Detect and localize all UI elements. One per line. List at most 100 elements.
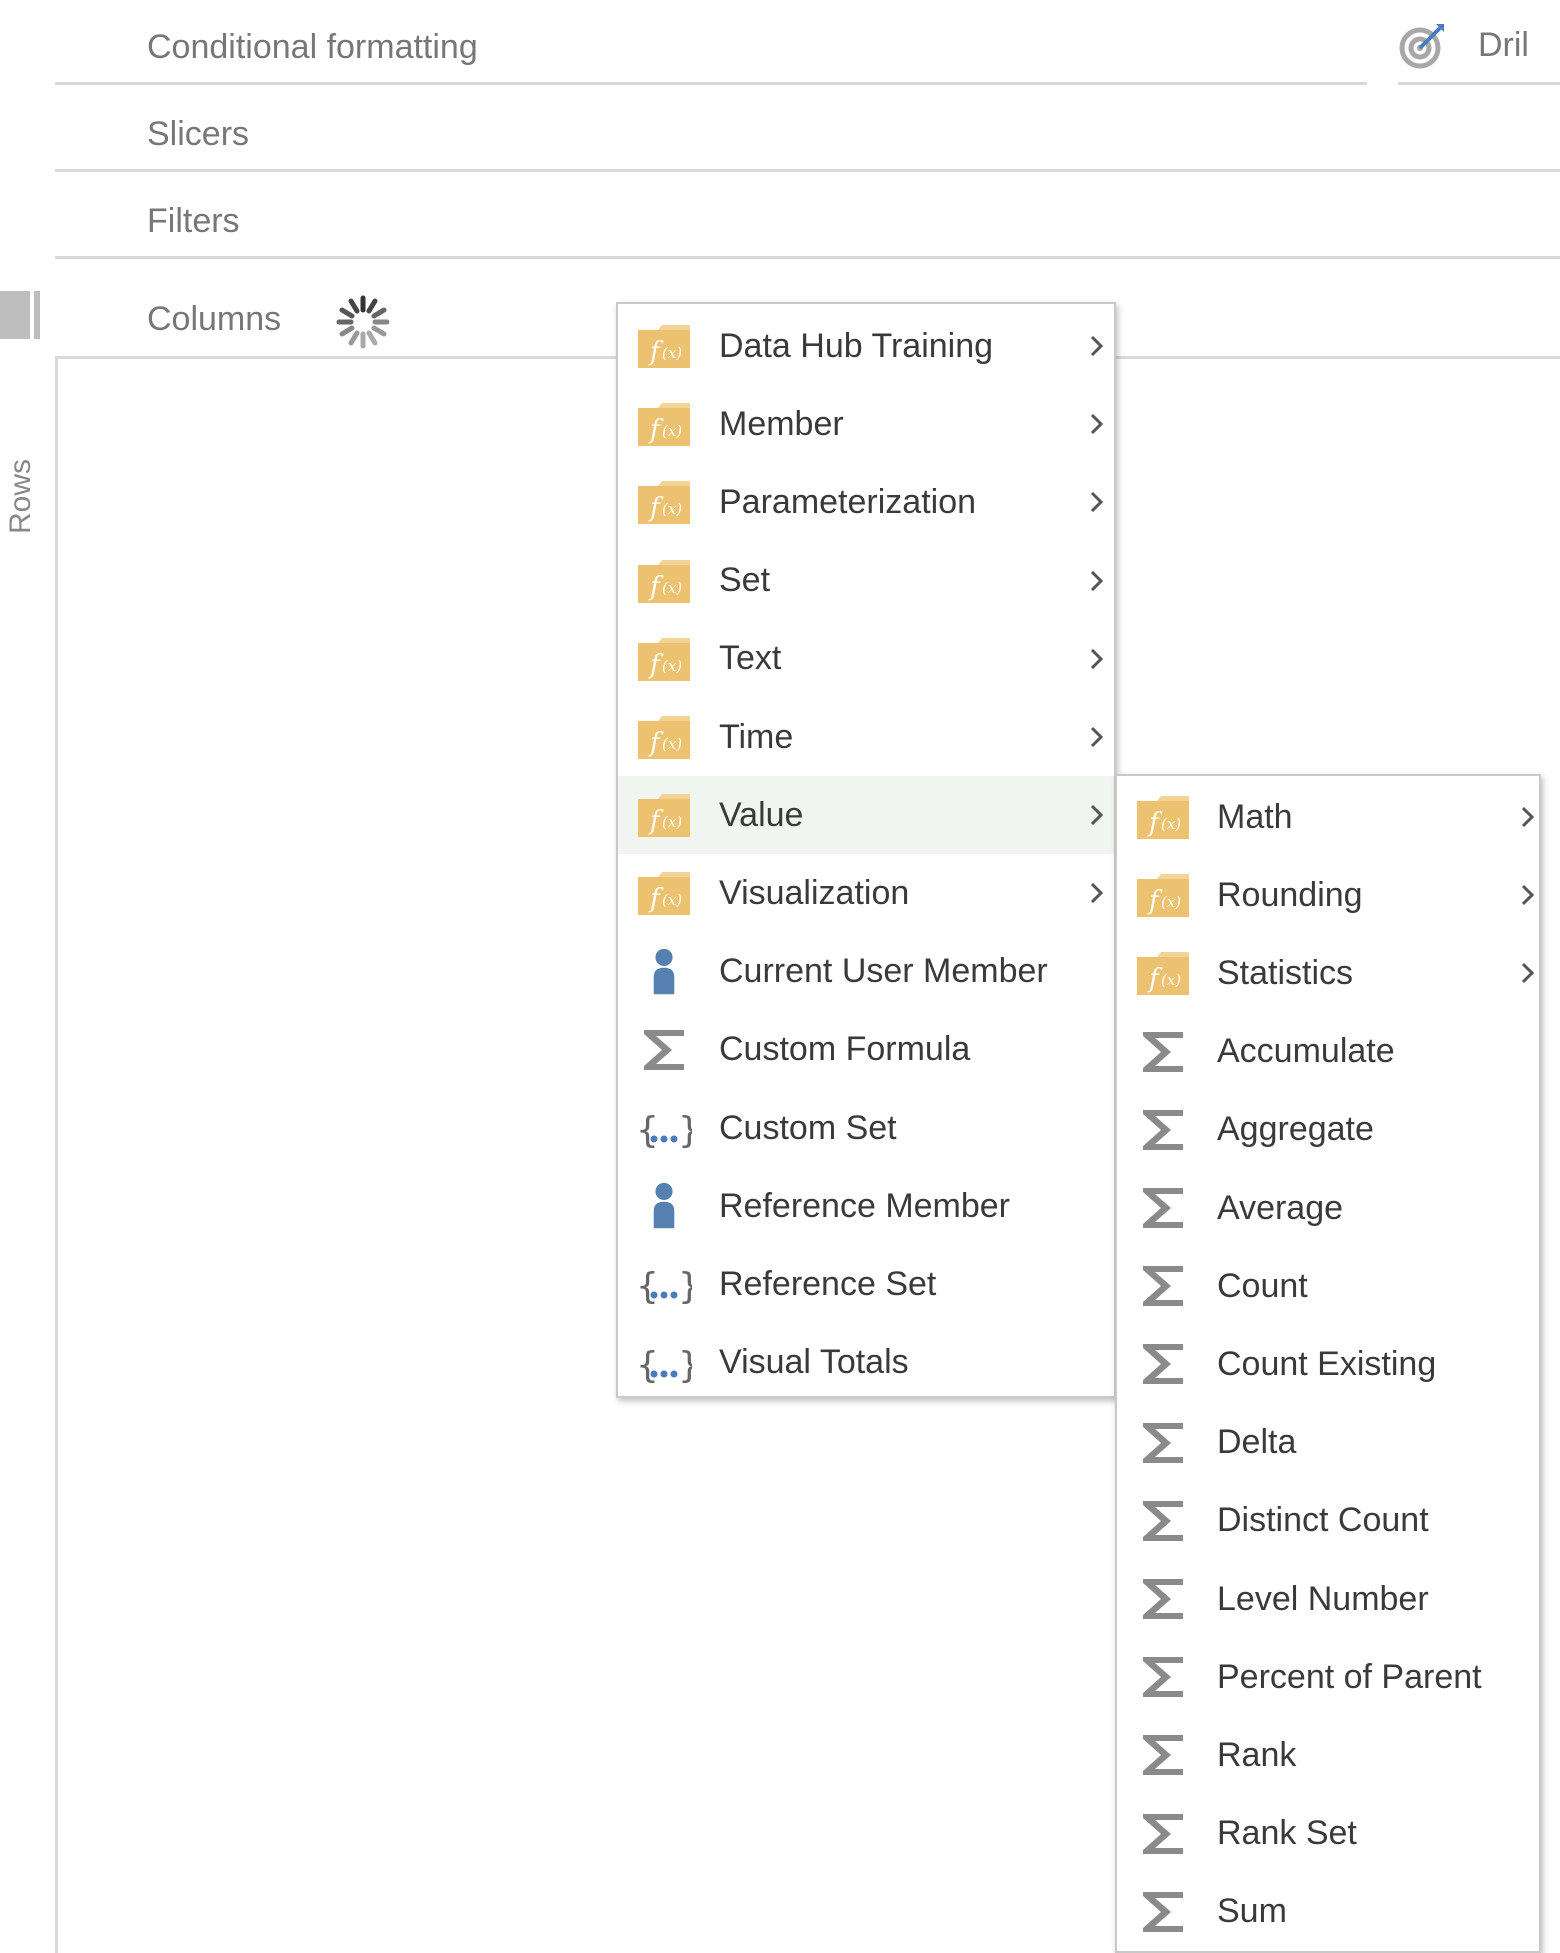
menu-item-current-user-member[interactable]: Current User Member [618, 933, 1114, 1011]
filters-zone[interactable]: Filters [55, 178, 240, 264]
sigma-icon [1135, 1106, 1191, 1154]
set-braces-icon: { } [636, 1104, 701, 1152]
menu-item-set[interactable]: f (x) Set [618, 542, 1114, 620]
menu-item-percent-of-parent[interactable]: Percent of Parent [1117, 1638, 1539, 1716]
menu-item-math[interactable]: f (x) Math [1117, 778, 1539, 856]
divider [55, 82, 1367, 85]
menu-item-label: Count [1217, 1266, 1308, 1305]
menu-item-count[interactable]: Count [1117, 1247, 1539, 1325]
menu-item-label: Distinct Count [1217, 1501, 1429, 1540]
sigma-icon [1135, 1653, 1191, 1701]
svg-text:}: } [678, 1345, 692, 1386]
menu-item-distinct-count[interactable]: Distinct Count [1117, 1482, 1539, 1560]
svg-text:(x): (x) [662, 579, 682, 597]
sigma-icon [636, 1026, 692, 1074]
svg-text:{: { [636, 1266, 659, 1307]
menu-item-member[interactable]: f (x) Member [618, 385, 1114, 463]
menu-item-rounding[interactable]: f (x) Rounding [1117, 856, 1539, 934]
menu-item-label: Visual Totals [719, 1343, 909, 1382]
menu-item-reference-set[interactable]: { } Reference Set [618, 1245, 1114, 1323]
chevron-right-icon [1090, 805, 1104, 826]
menu-item-label: Time [719, 717, 794, 756]
svg-text:(x): (x) [1161, 815, 1181, 833]
menu-item-data-hub-training[interactable]: f (x) Data Hub Training [618, 307, 1114, 385]
menu-item-visual-totals[interactable]: { } Visual Totals [618, 1324, 1114, 1402]
value-submenu: f (x) Math f (x) Rounding f (x) Statisti… [1115, 774, 1541, 1953]
slicers-label: Slicers [147, 114, 250, 153]
menu-item-label: Visualization [719, 873, 910, 912]
menu-item-statistics[interactable]: f (x) Statistics [1117, 934, 1539, 1012]
chevron-right-icon [1090, 492, 1104, 513]
function-folder-icon: f (x) [636, 635, 692, 683]
menu-item-aggregate[interactable]: Aggregate [1117, 1091, 1539, 1169]
function-folder-icon: f (x) [636, 400, 692, 448]
sigma-icon [1135, 1888, 1191, 1936]
menu-item-level-number[interactable]: Level Number [1117, 1560, 1539, 1638]
function-folder-icon: f (x) [636, 557, 692, 605]
sigma-icon [1135, 1340, 1191, 1388]
menu-item-label: Sum [1217, 1892, 1287, 1931]
menu-item-text[interactable]: f (x) Text [618, 620, 1114, 698]
chevron-right-icon [1090, 648, 1104, 669]
menu-item-label: Data Hub Training [719, 326, 994, 365]
menu-item-label: Count Existing [1217, 1344, 1437, 1383]
function-folder-icon: f (x) [1135, 949, 1191, 997]
sigma-icon [1135, 1419, 1191, 1467]
menu-item-visualization[interactable]: f (x) Visualization [618, 854, 1114, 932]
chevron-right-icon [1090, 414, 1104, 435]
sigma-icon [1135, 1028, 1191, 1076]
menu-item-label: Parameterization [719, 482, 977, 521]
side-panel-toggle-icon[interactable] [0, 287, 46, 343]
menu-item-delta[interactable]: Delta [1117, 1404, 1539, 1482]
divider [55, 256, 1560, 259]
menu-item-sum[interactable]: Sum [1117, 1873, 1539, 1951]
svg-text:(x): (x) [1161, 971, 1181, 989]
conditional-formatting-zone[interactable]: Conditional formatting [55, 4, 478, 90]
menu-item-label: Rounding [1217, 875, 1363, 914]
person-icon [636, 948, 692, 996]
function-folder-icon: f (x) [636, 713, 692, 761]
menu-item-rank[interactable]: Rank [1117, 1716, 1539, 1794]
function-folder-icon: f (x) [636, 791, 692, 839]
columns-zone[interactable]: Columns [55, 276, 281, 362]
menu-item-label: Value [719, 795, 804, 834]
menu-item-rank-set[interactable]: Rank Set [1117, 1795, 1539, 1873]
svg-text:(x): (x) [662, 422, 682, 440]
svg-text:(x): (x) [662, 735, 682, 753]
function-folder-icon: f (x) [636, 869, 692, 917]
menu-item-count-existing[interactable]: Count Existing [1117, 1325, 1539, 1403]
menu-item-custom-formula[interactable]: Custom Formula [618, 1011, 1114, 1089]
function-folder-icon: f (x) [1135, 871, 1191, 919]
svg-text:(x): (x) [662, 344, 682, 362]
menu-item-value[interactable]: f (x) Value [618, 776, 1114, 855]
chevron-right-icon [1090, 570, 1104, 591]
menu-item-label: Delta [1217, 1423, 1297, 1462]
chevron-right-icon [1521, 806, 1535, 828]
menu-item-label: Reference Member [719, 1186, 1011, 1225]
menu-item-label: Percent of Parent [1217, 1657, 1482, 1696]
menu-item-label: Text [719, 639, 782, 678]
function-folder-icon: f (x) [1135, 793, 1191, 841]
divider [55, 169, 1560, 172]
menu-item-label: Custom Formula [719, 1030, 971, 1069]
menu-item-custom-set[interactable]: { } Custom Set [618, 1089, 1114, 1167]
filters-label: Filters [147, 201, 240, 240]
sigma-icon [1135, 1497, 1191, 1545]
slicers-zone[interactable]: Slicers [55, 91, 249, 177]
menu-item-label: Rank Set [1217, 1814, 1357, 1853]
menu-item-time[interactable]: f (x) Time [618, 698, 1114, 776]
menu-item-accumulate[interactable]: Accumulate [1117, 1013, 1539, 1091]
columns-label: Columns [147, 299, 282, 338]
menu-item-label: Custom Set [719, 1108, 897, 1147]
menu-item-label: Rank [1217, 1735, 1297, 1774]
svg-text:(x): (x) [1161, 893, 1181, 911]
menu-item-reference-member[interactable]: Reference Member [618, 1167, 1114, 1245]
drill-button[interactable]: Dril [1398, 20, 1529, 70]
menu-item-average[interactable]: Average [1117, 1169, 1539, 1247]
svg-text:(x): (x) [662, 891, 682, 909]
loading-spinner-icon [336, 295, 390, 349]
sigma-icon [1135, 1184, 1191, 1232]
menu-item-label: Math [1217, 797, 1293, 836]
menu-item-parameterization[interactable]: f (x) Parameterization [618, 463, 1114, 541]
function-folder-icon: f (x) [636, 322, 692, 370]
